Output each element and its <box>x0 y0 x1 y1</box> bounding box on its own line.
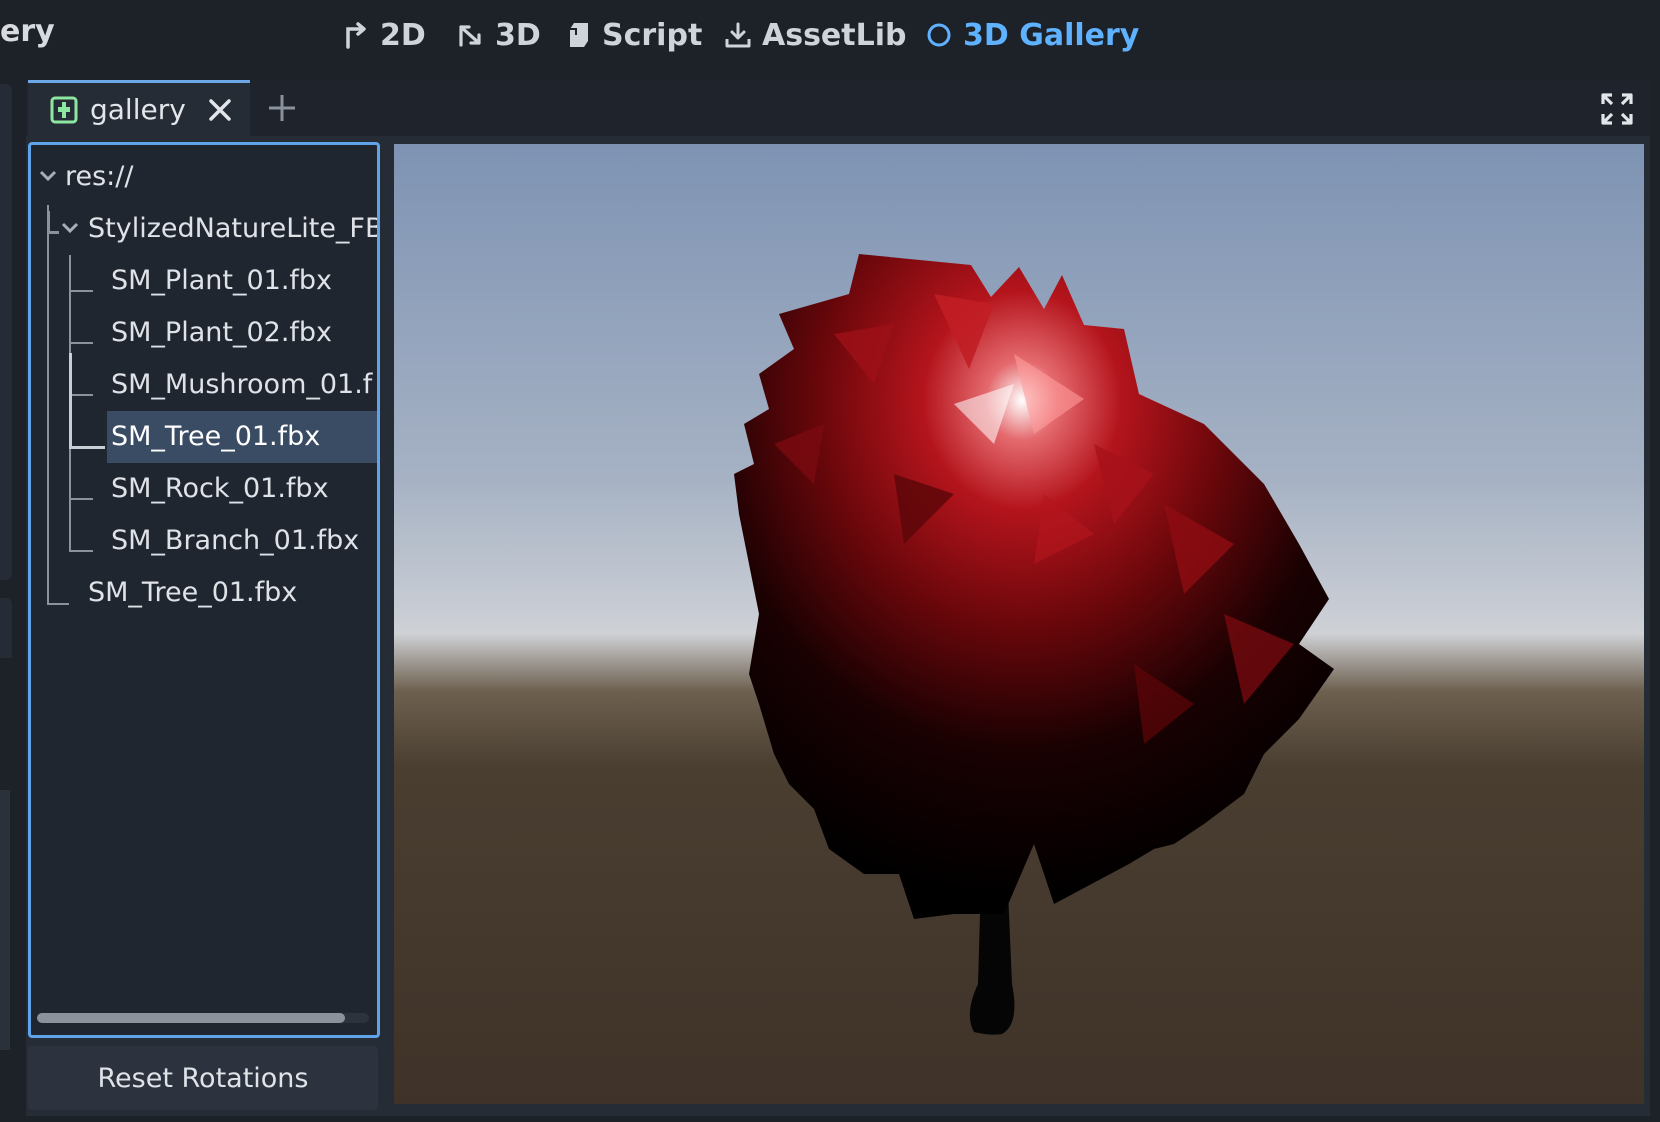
chevron-down-icon <box>61 222 79 234</box>
editor-window: ery 2D 3D Script AssetLib 3D Gallery gal… <box>0 0 1660 1122</box>
tree-item-file[interactable]: SM_Branch_01.fbx <box>31 515 377 567</box>
tree-item-file[interactable]: SM_Plant_02.fbx <box>31 307 377 359</box>
tab-2d[interactable]: 2D <box>342 12 426 58</box>
tab-assetlib[interactable]: AssetLib <box>724 12 907 58</box>
file-tree[interactable]: res:// StylizedNatureLite_FB SM_Plant_01… <box>28 142 380 1038</box>
distraction-free-button[interactable] <box>1600 92 1634 126</box>
3d-preview-viewport[interactable] <box>394 144 1644 1104</box>
main-editor: gallery res:// StylizedNatureLite_FB SM_… <box>26 80 1650 1116</box>
tab-script-label: Script <box>602 17 703 53</box>
tree-item-file[interactable]: SM_Mushroom_01.f <box>31 359 377 411</box>
tab-3d-label: 3D <box>495 17 541 53</box>
tree-item-label: SM_Plant_01.fbx <box>111 265 333 296</box>
scene-tab-bar: gallery <box>26 80 1650 136</box>
scene-icon <box>50 96 78 123</box>
tab-script[interactable]: Script <box>566 12 702 58</box>
scrollbar-thumb[interactable] <box>37 1013 345 1023</box>
tree-item-label: SM_Plant_02.fbx <box>111 317 333 348</box>
expand-icon <box>1601 93 1633 125</box>
2d-icon <box>346 22 366 49</box>
tab-3d-gallery-label: 3D Gallery <box>963 17 1140 53</box>
tree-item-label: SM_Tree_01.fbx <box>88 577 298 608</box>
bottom-panel-edge <box>26 1116 1650 1122</box>
close-icon <box>209 98 231 121</box>
left-dock-edge <box>0 84 12 580</box>
assetlib-icon <box>725 22 751 48</box>
add-tab-button[interactable] <box>266 92 298 124</box>
tree-item-file[interactable]: SM_Rock_01.fbx <box>31 463 377 515</box>
tab-3d[interactable]: 3D <box>455 12 541 58</box>
tree-horizontal-scrollbar[interactable] <box>37 1013 369 1023</box>
tree-item-root-file[interactable]: SM_Tree_01.fbx <box>31 567 377 619</box>
tab-3d-gallery[interactable]: 3D Gallery <box>925 12 1139 58</box>
tree-item-label: res:// <box>65 161 134 192</box>
tree-item-label: SM_Mushroom_01.f <box>111 369 373 400</box>
plus-icon <box>269 95 295 121</box>
tree-item-file-selected[interactable]: SM_Tree_01.fbx <box>31 411 377 463</box>
reset-rotations-button[interactable]: Reset Rotations <box>28 1046 378 1110</box>
tree-item-label: SM_Branch_01.fbx <box>111 525 360 556</box>
left-dock-edge-bottom <box>0 790 10 1050</box>
tree-item-label: SM_Rock_01.fbx <box>111 473 329 504</box>
close-tab-button[interactable] <box>208 98 232 122</box>
tree-model-preview <box>734 254 1334 1035</box>
tab-assetlib-label: AssetLib <box>762 17 907 53</box>
3d-icon <box>459 25 481 47</box>
scene-tab-gallery[interactable]: gallery <box>28 80 250 136</box>
app-title: ery <box>0 14 55 49</box>
left-dock-edge-lower <box>0 598 12 658</box>
tree-item-folder[interactable]: StylizedNatureLite_FB <box>31 203 377 255</box>
chevron-down-icon <box>39 170 57 182</box>
tree-item-root[interactable]: res:// <box>31 151 377 203</box>
top-bar: ery 2D 3D Script AssetLib 3D Gallery <box>0 0 1660 80</box>
plugin-circle-icon <box>927 23 951 47</box>
tab-2d-label: 2D <box>380 17 426 53</box>
scene-tab-label: gallery <box>90 93 186 126</box>
tree-item-file[interactable]: SM_Plant_01.fbx <box>31 255 377 307</box>
tree-item-label: SM_Tree_01.fbx <box>111 421 321 452</box>
tree-item-label: StylizedNatureLite_FB <box>88 213 380 244</box>
script-icon <box>570 23 588 47</box>
